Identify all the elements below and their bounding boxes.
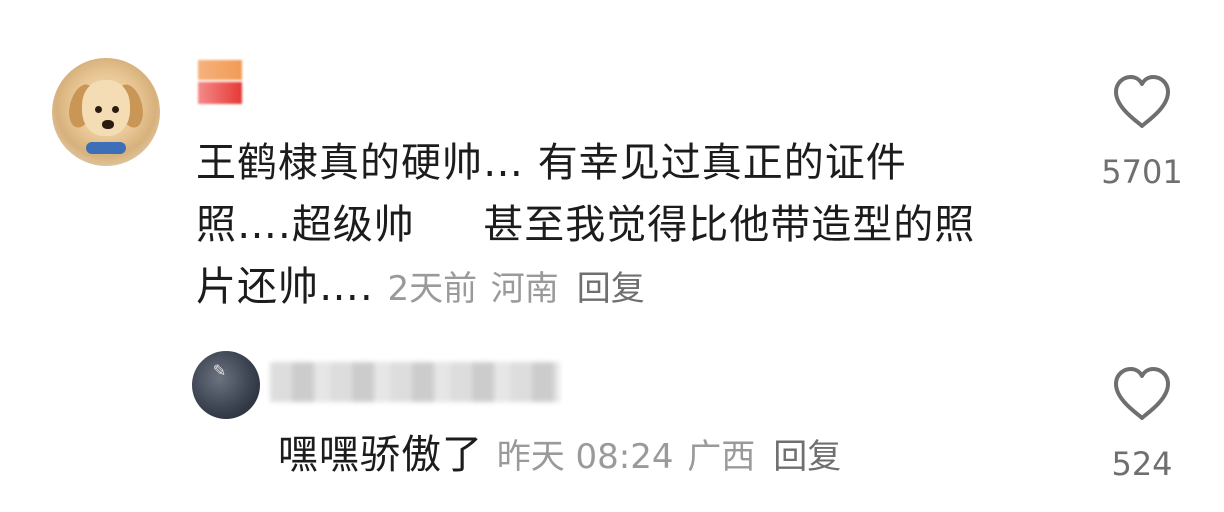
reply-content: 嘿嘿骄傲了: [278, 432, 483, 478]
blur-block: [198, 60, 242, 80]
comment-line: 王鹤棣真的硬帅… 有幸见过真正的证件: [196, 140, 907, 186]
reply-button[interactable]: 回复: [773, 437, 841, 477]
reply-username-blurred[interactable]: [270, 362, 560, 402]
avatar-collar: [86, 142, 126, 154]
reply-user-avatar[interactable]: ✎: [192, 351, 260, 419]
like-button[interactable]: 524: [1087, 366, 1197, 482]
like-count: 5701: [1101, 153, 1183, 191]
avatar-eye: [95, 106, 102, 113]
reply-body: 嘿嘿骄傲了 昨天 08:24 广西 回复: [278, 424, 841, 488]
comment-line-last: 片还帅…. 2天前 河南 回复: [196, 256, 1076, 320]
comment-time: 2天前: [387, 269, 478, 309]
calligraphy-icon: ✎: [210, 361, 229, 380]
reply-time: 昨天 08:24: [496, 437, 674, 477]
comment-line: 照….超级帅 甚至我觉得比他带造型的照: [196, 202, 976, 248]
reply-location: 广西: [687, 437, 756, 477]
blur-block: [198, 82, 242, 104]
like-button[interactable]: 5701: [1087, 74, 1197, 190]
reply-button[interactable]: 回复: [577, 269, 645, 309]
avatar-eye: [112, 106, 119, 113]
username-blurred[interactable]: [198, 60, 244, 104]
comment-line: 片还帅….: [196, 264, 374, 310]
user-avatar[interactable]: [52, 58, 160, 166]
heart-icon: [1114, 367, 1170, 420]
comment-location: 河南: [490, 269, 559, 309]
comment-body: 王鹤棣真的硬帅… 有幸见过真正的证件 照….超级帅 甚至我觉得比他带造型的照 片…: [196, 132, 1076, 320]
like-count: 524: [1111, 445, 1173, 483]
heart-icon: [1114, 75, 1170, 128]
avatar-nose: [102, 120, 114, 129]
